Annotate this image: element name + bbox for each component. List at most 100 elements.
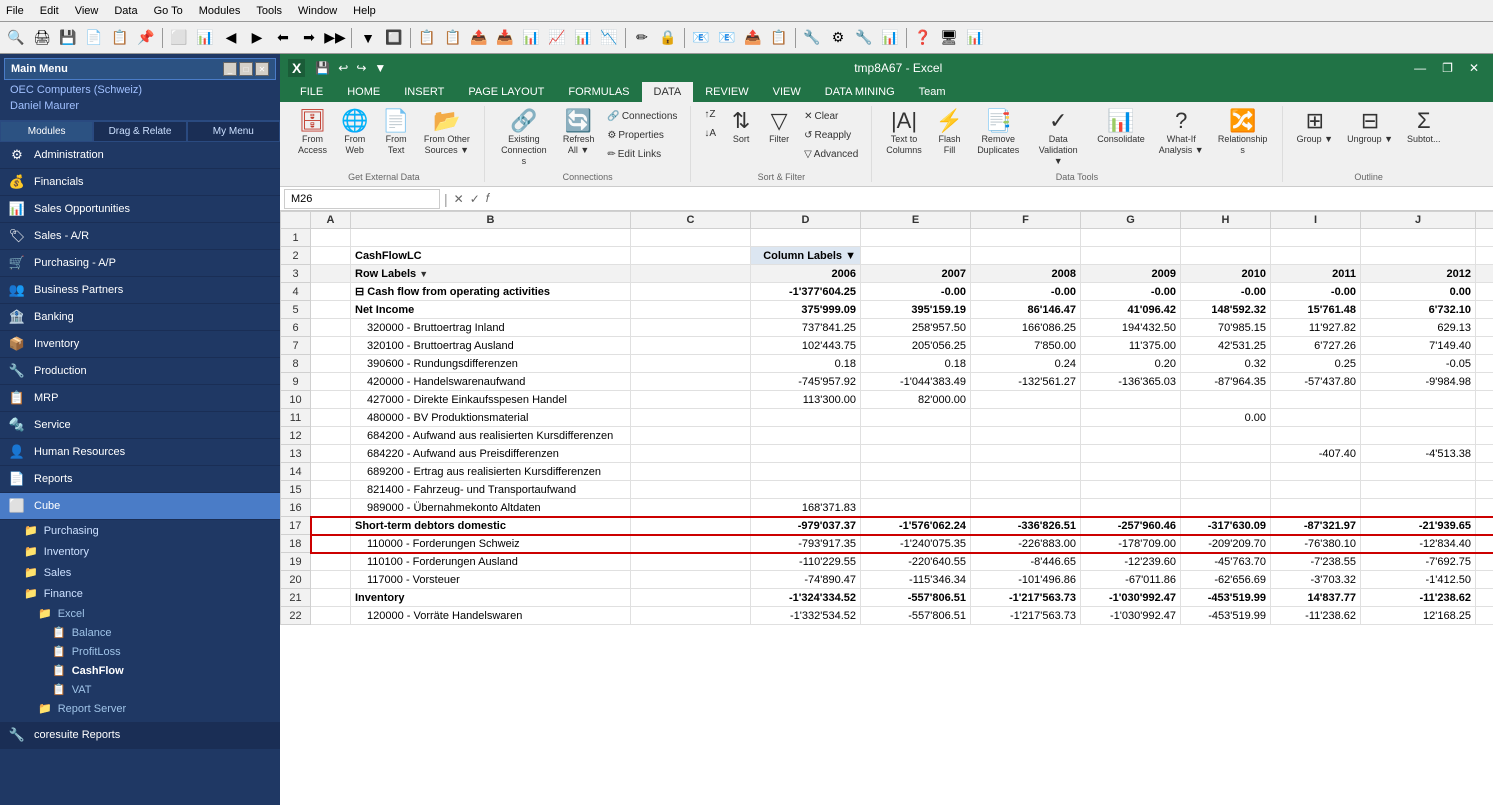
cell[interactable]: 2013 (1476, 265, 1493, 283)
cell[interactable]: -0.05 (1361, 355, 1476, 373)
cell[interactable]: 2009 (1081, 265, 1181, 283)
cell[interactable]: -7'692.75 (1361, 553, 1476, 571)
cell[interactable]: -1'030'992.47 (1081, 589, 1181, 607)
from-web-button[interactable]: 🌐 FromWeb (335, 106, 374, 160)
cell[interactable]: Short-term debtors domestic (351, 517, 631, 535)
cell[interactable] (861, 445, 971, 463)
toolbar-btn24[interactable]: 📤 (741, 26, 765, 50)
cell[interactable]: -87'964.35 (1181, 373, 1271, 391)
cell[interactable] (311, 589, 351, 607)
cell[interactable] (1271, 463, 1361, 481)
sidebar-close[interactable]: ✕ (255, 62, 269, 76)
cell[interactable]: -12'834.40 (1361, 535, 1476, 553)
toolbar-btn16[interactable]: 📊 (519, 26, 543, 50)
menu-tools[interactable]: Tools (256, 5, 282, 17)
cell[interactable]: -1'377'604.25 (751, 283, 861, 301)
existing-connections-button[interactable]: 🔗 ExistingConnections (493, 106, 555, 170)
cell[interactable]: -11'238.62 (1361, 589, 1476, 607)
toolbar-btn25[interactable]: 📋 (767, 26, 791, 50)
cell[interactable] (1361, 229, 1476, 247)
cell[interactable] (631, 265, 751, 283)
tab-file[interactable]: FILE (288, 82, 335, 102)
cell[interactable] (971, 445, 1081, 463)
cell[interactable]: -220'640.55 (861, 553, 971, 571)
cell[interactable]: -557'806.51 (861, 607, 971, 625)
cell[interactable] (311, 499, 351, 517)
tab-my-menu[interactable]: My Menu (187, 121, 280, 142)
toolbar-btn9[interactable]: ➡ (297, 26, 321, 50)
excel-more-btn[interactable]: ▼ (372, 61, 388, 75)
cell[interactable] (351, 229, 631, 247)
excel-undo-btn[interactable]: ↩ (336, 61, 350, 75)
cell[interactable]: -1'217'563.73 (971, 607, 1081, 625)
cell[interactable]: -745'957.92 (751, 373, 861, 391)
cell[interactable]: 166'086.25 (971, 319, 1081, 337)
cell[interactable] (971, 409, 1081, 427)
cell[interactable]: -17'318.25 (1476, 373, 1493, 391)
formula-insert-fn-btn[interactable]: 𝑓 (484, 191, 492, 206)
cell[interactable]: 2010 (1181, 265, 1271, 283)
cell[interactable] (311, 481, 351, 499)
cell[interactable] (1181, 445, 1271, 463)
ungroup-button[interactable]: ⊟ Ungroup ▼ (1341, 106, 1399, 149)
cell[interactable]: -1'576'062.24 (861, 517, 971, 535)
cell[interactable] (631, 499, 751, 517)
cell[interactable]: -2'360.09 (1476, 445, 1493, 463)
cell[interactable] (311, 409, 351, 427)
cell[interactable]: Inventory (351, 589, 631, 607)
cell[interactable] (311, 355, 351, 373)
sidebar-sub-inventory[interactable]: 📁 Inventory (0, 541, 280, 562)
menu-window[interactable]: Window (298, 5, 337, 17)
excel-redo-btn[interactable]: ↪ (354, 61, 368, 75)
cell[interactable]: -2'130'772.84 (1476, 283, 1493, 301)
cell[interactable] (1181, 427, 1271, 445)
subtotal-button[interactable]: Σ Subtot... (1401, 106, 1447, 149)
cell[interactable]: -45'763.70 (1181, 553, 1271, 571)
cell[interactable]: -41.80 (1476, 571, 1493, 589)
cell[interactable] (311, 229, 351, 247)
properties-small-button[interactable]: ⚙ Properties (602, 127, 682, 144)
cell[interactable]: 0.00 (1181, 409, 1271, 427)
toolbar-btn18[interactable]: 📊 (571, 26, 595, 50)
sidebar-item-administration[interactable]: ⚙ Administration (0, 142, 280, 169)
cell[interactable]: -178'709.00 (1081, 535, 1181, 553)
sidebar-item-banking[interactable]: 🏦 Banking (0, 304, 280, 331)
cell[interactable]: -57'437.80 (1271, 373, 1361, 391)
menu-help[interactable]: Help (353, 5, 376, 17)
toolbar-btn11[interactable]: 🔲 (382, 26, 406, 50)
excel-save-btn[interactable]: 💾 (313, 61, 332, 75)
cell[interactable] (631, 373, 751, 391)
cell[interactable] (1081, 445, 1181, 463)
sidebar-sub-excel[interactable]: 📁 Excel (0, 604, 280, 623)
cell[interactable] (1271, 229, 1361, 247)
cell[interactable]: -1'324'334.52 (751, 589, 861, 607)
clear-button[interactable]: ✕ Clear (799, 108, 863, 125)
cell[interactable]: -0.00 (1181, 283, 1271, 301)
cell[interactable]: 0.32 (1181, 355, 1271, 373)
sidebar-item-sales-ar[interactable]: 🏷 Sales - A/R (0, 223, 280, 250)
cell[interactable] (1081, 481, 1181, 499)
cell[interactable]: Net Income (351, 301, 631, 319)
cell[interactable] (971, 427, 1081, 445)
menu-data[interactable]: Data (114, 5, 137, 17)
cell[interactable] (631, 391, 751, 409)
cell[interactable]: -407.40 (1271, 445, 1361, 463)
cell[interactable] (1081, 391, 1181, 409)
sidebar-item-vat[interactable]: 📋 VAT (0, 680, 280, 699)
cell[interactable]: 0.18 (751, 355, 861, 373)
reapply-button[interactable]: ↺ Reapply (799, 127, 863, 144)
cell[interactable] (1081, 409, 1181, 427)
toolbar-btn22[interactable]: 📧 (689, 26, 713, 50)
cell[interactable] (1271, 481, 1361, 499)
cell[interactable] (311, 517, 351, 535)
cell[interactable] (1361, 499, 1476, 517)
cell[interactable]: 684200 - Aufwand aus realisierten Kursdi… (351, 427, 631, 445)
toolbar-print[interactable]: 🖨 (30, 26, 54, 50)
cell[interactable]: -21'939.65 (1361, 517, 1476, 535)
toolbar-btn14[interactable]: 📤 (467, 26, 491, 50)
cell[interactable]: 120000 - Vorräte Handelswaren (351, 607, 631, 625)
tab-review[interactable]: REVIEW (693, 82, 760, 102)
sidebar-minimize[interactable]: _ (223, 62, 237, 76)
cell[interactable]: -257'960.46 (1081, 517, 1181, 535)
cell[interactable]: 629.13 (1361, 319, 1476, 337)
